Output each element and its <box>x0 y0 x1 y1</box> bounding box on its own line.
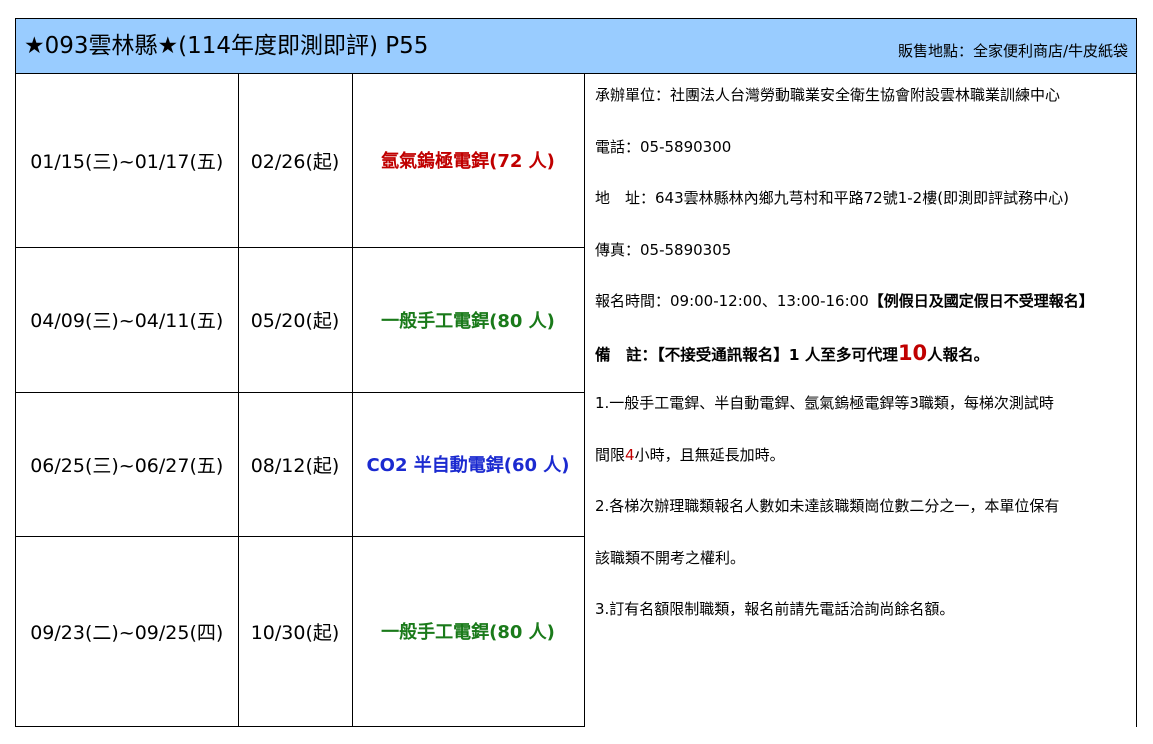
exam-dates: 09/23(二)~09/25(四) <box>30 621 224 644</box>
remark-number: 10 <box>897 340 928 365</box>
table-row: 06/25(三)~06/27(五) 08/12(起) CO2 半自動電銲(60 … <box>16 392 585 537</box>
page-title: ★093雲林縣★(114年度即測即評) P55 <box>24 33 429 59</box>
header-bar: ★093雲林縣★(114年度即測即評) P55 販售地點：全家便利商店/牛皮紙袋 <box>16 19 1136 74</box>
table-row: 01/15(三)~01/17(五) 02/26(起) 氬氣鎢極電銲(72 人) <box>16 74 585 248</box>
exam-dates-cell: 01/15(三)~01/17(五) <box>16 74 239 248</box>
start-date-cell: 02/26(起) <box>238 74 353 248</box>
remark-suffix: 人報名。 <box>927 345 990 364</box>
start-date-cell: 08/12(起) <box>238 392 353 537</box>
exam-dates-cell: 09/23(二)~09/25(四) <box>16 536 239 727</box>
start-date: 02/26(起) <box>250 150 340 173</box>
exam-type: 一般手工電銲(80 人) <box>381 310 555 332</box>
start-date-cell: 10/30(起) <box>238 536 353 727</box>
schedule-table: 01/15(三)~01/17(五) 02/26(起) 氬氣鎢極電銲(72 人) … <box>16 74 585 727</box>
start-date: 08/12(起) <box>250 454 340 477</box>
remark-prefix: 備 註：【不接受通訊報名】1 人至多可代理 <box>595 345 898 364</box>
start-date: 10/30(起) <box>250 621 340 644</box>
exam-type: 氬氣鎢極電銲(72 人) <box>381 151 555 173</box>
registration-time: 報名時間：09:00-12:00、13:00-16:00【例假日及國定假日不受理… <box>595 291 1136 311</box>
registration-note: 【例假日及國定假日不受理報名】 <box>868 292 1094 311</box>
start-date-cell: 05/20(起) <box>238 247 353 393</box>
note-1-hours: 4 <box>625 445 635 464</box>
start-date: 05/20(起) <box>250 310 340 332</box>
note-2-line-1: 2.各梯次辦理職類報名人數如未達該職類崗位數二分之一，本單位保有 <box>595 497 1060 516</box>
sales-location: 販售地點：全家便利商店/牛皮紙袋 <box>897 42 1128 60</box>
exam-type-cell: CO2 半自動電銲(60 人) <box>352 392 585 537</box>
note-1-prefix: 間限 <box>595 445 626 464</box>
exam-dates: 06/25(三)~06/27(五) <box>30 454 224 477</box>
info-panel: 承辦單位：社團法人台灣勞動職業安全衛生協會附設雲林職業訓練中心 電話：05-58… <box>588 74 1136 728</box>
exam-dates: 04/09(三)~04/11(五) <box>30 310 224 332</box>
organizer: 承辦單位：社團法人台灣勞動職業安全衛生協會附設雲林職業訓練中心 <box>595 86 1061 104</box>
exam-dates: 01/15(三)~01/17(五) <box>30 150 224 173</box>
fax: 傳真：05-5890305 <box>595 240 732 259</box>
phone: 電話：05-5890300 <box>595 137 732 156</box>
note-2-line-2: 該職類不開考之權利。 <box>595 548 746 567</box>
exam-type-cell: 一般手工電銲(80 人) <box>352 247 585 393</box>
exam-dates-cell: 06/25(三)~06/27(五) <box>16 392 239 537</box>
note-1-suffix: 小時，且無延長加時。 <box>634 445 785 464</box>
exam-type: 一般手工電銲(80 人) <box>381 622 555 643</box>
note-1-line-2: 間限4小時，且無延長加時。 <box>595 445 1136 465</box>
remark: 備 註：【不接受通訊報名】1 人至多可代理10人報名。 <box>595 340 1136 365</box>
address: 地 址：643雲林縣林內鄉九芎村和平路72號1-2樓(即測即評試務中心) <box>595 189 1069 208</box>
exam-type-cell: 氬氣鎢極電銲(72 人) <box>352 74 585 248</box>
exam-type-cell: 一般手工電銲(80 人) <box>352 536 585 727</box>
exam-schedule-document: ★093雲林縣★(114年度即測即評) P55 販售地點：全家便利商店/牛皮紙袋… <box>15 18 1137 727</box>
registration-hours: 報名時間：09:00-12:00、13:00-16:00 <box>595 292 869 311</box>
note-1-line-1: 1.一般手工電銲、半自動電銲、氬氣鎢極電銲等3職類，每梯次測試時 <box>595 393 1054 412</box>
table-row: 09/23(二)~09/25(四) 10/30(起) 一般手工電銲(80 人) <box>16 536 585 727</box>
table-row: 04/09(三)~04/11(五) 05/20(起) 一般手工電銲(80 人) <box>16 247 585 393</box>
exam-dates-cell: 04/09(三)~04/11(五) <box>16 247 239 393</box>
note-3: 3.訂有名額限制職類，報名前請先電話洽詢尚餘名額。 <box>595 600 955 619</box>
exam-type: CO2 半自動電銲(60 人) <box>366 455 570 476</box>
